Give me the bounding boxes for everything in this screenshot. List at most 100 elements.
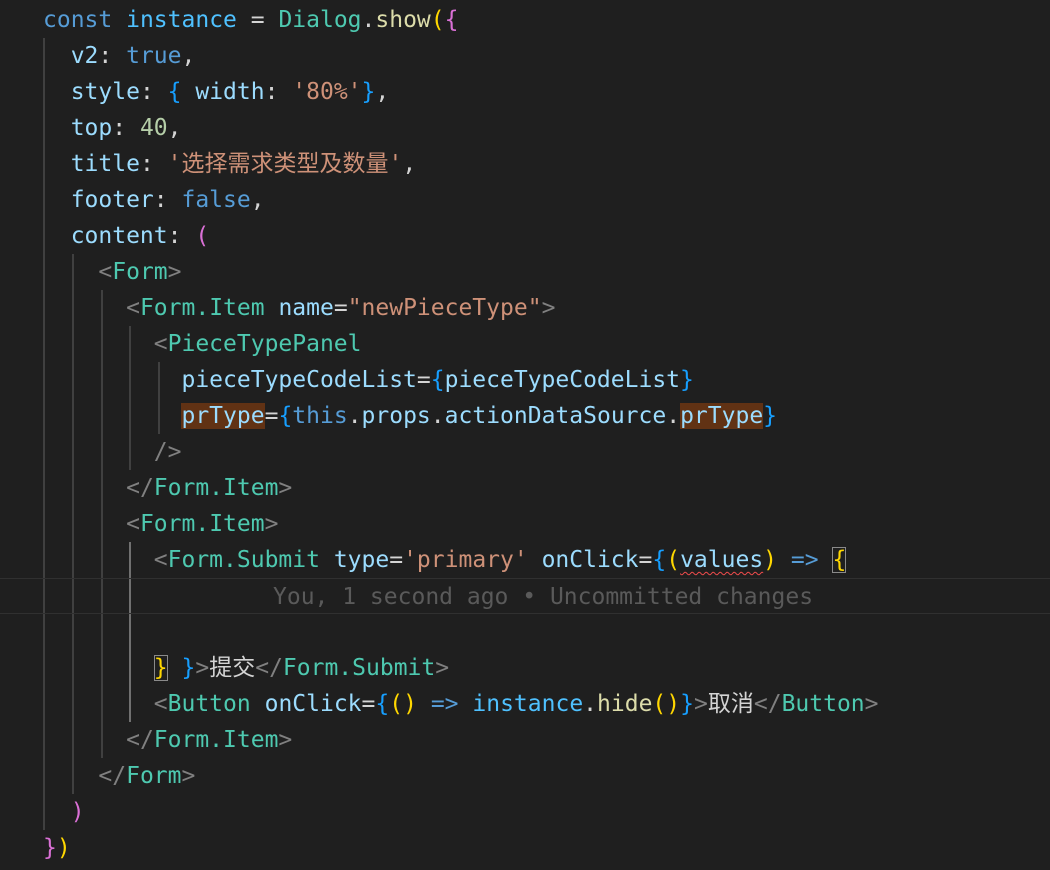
code-token: ( — [430, 7, 445, 33]
code-line[interactable]: }) — [0, 830, 1050, 866]
code-token: . — [583, 691, 598, 717]
code-line[interactable]: </Form> — [0, 758, 1050, 794]
code-line[interactable]: </Form.Item> — [0, 722, 1050, 758]
code-line[interactable]: prType={this.props.actionDataSource.prTy… — [0, 398, 1050, 434]
code-token: > — [435, 655, 450, 681]
code-token: "newPieceType" — [347, 295, 542, 321]
code-token: < — [126, 511, 140, 537]
code-token: = — [236, 7, 279, 33]
code-token: < — [153, 331, 168, 357]
code-token: 40 — [139, 115, 168, 141]
code-token: onClick — [541, 547, 639, 573]
code-line[interactable]: /> — [0, 434, 1050, 470]
error-token: values — [680, 547, 764, 573]
code-token: , — [181, 43, 196, 69]
code-line[interactable]: <Form.Submit type='primary' onClick={(va… — [0, 542, 1050, 578]
code-token: } — [680, 367, 694, 393]
code-token: : — [167, 223, 196, 249]
code-token: { — [444, 7, 459, 33]
code-line[interactable]: <Button onClick={() => instance.hide()}>… — [0, 686, 1050, 722]
code-token: => — [790, 547, 819, 573]
code-token: 取消 — [707, 691, 754, 717]
code-line[interactable]: } }>提交</Form.Submit> — [0, 650, 1050, 686]
code-line[interactable]: style: { width: '80%'}, — [0, 74, 1050, 110]
code-token: => — [430, 691, 459, 717]
code-token: v2 — [43, 43, 99, 69]
code-token: > — [181, 763, 196, 789]
code-token: ( — [666, 547, 681, 573]
code-line[interactable]: ) — [0, 794, 1050, 830]
code-token: > — [264, 511, 279, 537]
code-token: content — [43, 223, 168, 249]
code-line[interactable]: <Form> — [0, 254, 1050, 290]
code-token: < — [98, 259, 113, 285]
code-line[interactable]: <Form.Item name="newPieceType"> — [0, 290, 1050, 326]
code-token: Form.Item — [139, 511, 265, 537]
code-editor[interactable]: const instance = Dialog.show({ v2: true,… — [0, 0, 1050, 870]
code-token: { — [278, 403, 293, 429]
code-token: </ — [753, 691, 782, 717]
code-token: this — [292, 403, 348, 429]
code-token: { — [652, 547, 667, 573]
code-token: ) — [70, 799, 85, 825]
code-token: : — [98, 43, 127, 69]
code-token: type — [333, 547, 390, 573]
code-token: { — [375, 691, 390, 717]
code-token: } — [680, 691, 694, 717]
code-line[interactable]: <PieceTypePanel — [0, 326, 1050, 362]
code-token: = — [333, 295, 348, 321]
code-token: < — [153, 547, 168, 573]
code-token: : — [153, 187, 182, 213]
code-token: ( — [652, 691, 667, 717]
code-line-current[interactable]: You, 1 second ago • Uncommitted changes — [0, 578, 1050, 614]
code-token: Form.Submit — [282, 655, 436, 681]
code-token: , — [167, 115, 182, 141]
code-line[interactable]: title: '选择需求类型及数量', — [0, 146, 1050, 182]
code-line[interactable]: v2: true, — [0, 38, 1050, 74]
code-token: props — [361, 403, 431, 429]
code-token: pieceTypeCodeList — [181, 367, 417, 393]
code-token: > — [694, 691, 708, 717]
code-line[interactable] — [0, 614, 1050, 650]
code-token: = — [264, 403, 279, 429]
code-token: } — [763, 403, 778, 429]
code-line[interactable]: top: 40, — [0, 110, 1050, 146]
code-token: </ — [255, 655, 283, 681]
code-token: ( — [195, 223, 210, 249]
code-token: . — [347, 403, 362, 429]
code-token: false — [181, 187, 251, 213]
code-line[interactable]: content: ( — [0, 218, 1050, 254]
code-token: = — [416, 367, 431, 393]
code-token: , — [375, 79, 390, 105]
code-line[interactable]: </Form.Item> — [0, 470, 1050, 506]
code-token: < — [126, 295, 140, 321]
code-line[interactable]: pieceTypeCodeList={pieceTypeCodeList} — [0, 362, 1050, 398]
code-line[interactable]: const instance = Dialog.show({ — [0, 2, 1050, 38]
code-token: , — [250, 187, 265, 213]
highlighted-token: prType — [680, 403, 764, 429]
code-token: > — [864, 691, 879, 717]
code-token: </ — [98, 763, 127, 789]
code-line[interactable]: <Form.Item> — [0, 506, 1050, 542]
code-token: instance — [126, 7, 237, 33]
code-line[interactable]: footer: false, — [0, 182, 1050, 218]
code-token: ( — [389, 691, 404, 717]
code-token: : — [139, 79, 168, 105]
code-token: > — [278, 727, 293, 753]
code-token: Dialog — [278, 7, 362, 33]
